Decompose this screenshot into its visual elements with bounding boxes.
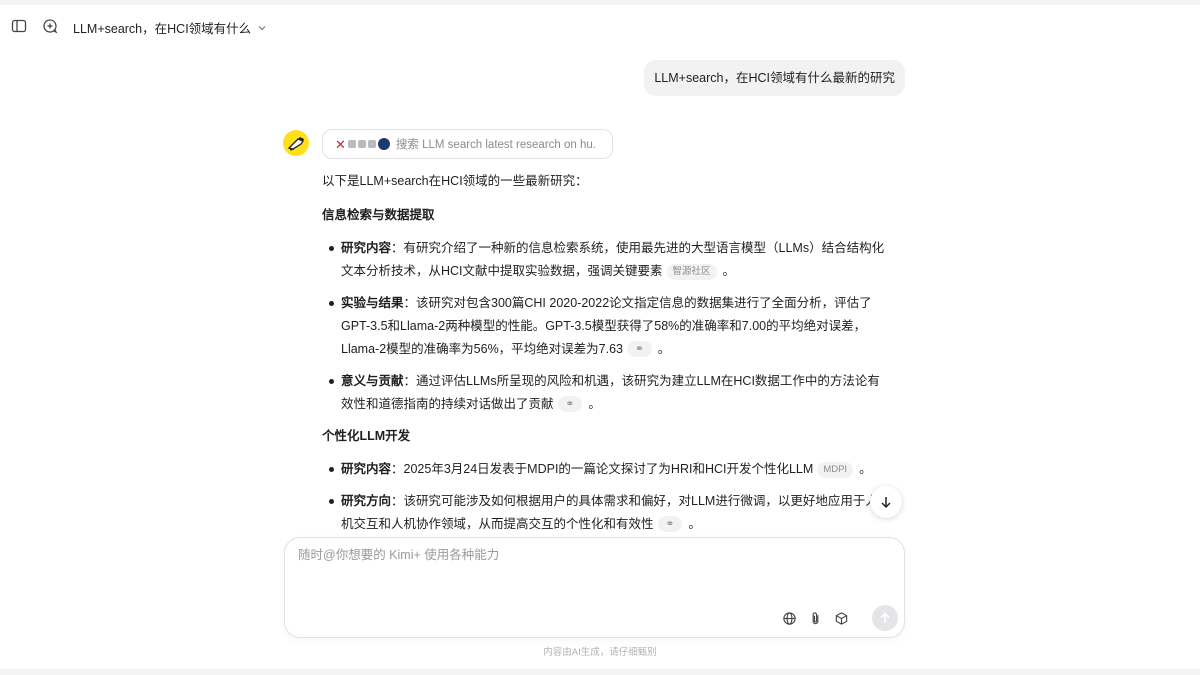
source-dot-icon: [377, 138, 390, 150]
item-text: ：该研究可能涉及如何根据用户的具体需求和偏好，对LLM进行微调，以更好地应用于人…: [341, 494, 878, 531]
citation-badge[interactable]: 智源社区: [666, 264, 717, 280]
citation-badge[interactable]: MDPI: [817, 462, 854, 478]
item-label: 研究方向: [341, 494, 392, 508]
list-item: 研究方向：该研究可能涉及如何根据用户的具体需求和偏好，对LLM进行微调，以更好地…: [322, 490, 887, 536]
sidebar-toggle-icon[interactable]: [8, 15, 30, 37]
list-item: 研究内容：2025年3月24日发表于MDPI的一篇论文探讨了为HRI和HCI开发…: [322, 458, 887, 481]
citation-link-icon[interactable]: ⚭: [657, 516, 683, 532]
message-composer: [284, 537, 905, 638]
assistant-answer: 以下是LLM+search在HCI领域的一些最新研究： 信息检索与数据提取 研究…: [322, 170, 887, 545]
arrow-down-icon: [881, 497, 891, 509]
list-item: 研究内容：有研究介绍了一种新的信息检索系统，使用最先进的大型语言模型（LLMs）…: [322, 237, 887, 283]
section-list: 研究内容：2025年3月24日发表于MDPI的一篇论文探讨了为HRI和HCI开发…: [322, 458, 887, 536]
search-query-label: 搜索 LLM search latest research on hu...: [395, 139, 596, 151]
source-favicon-icon: [367, 140, 376, 148]
source-favicon-icon: [357, 140, 366, 148]
source-x-icon: ✕: [335, 136, 346, 152]
scroll-to-bottom-button[interactable]: [870, 486, 902, 518]
section-heading: 个性化LLM开发: [322, 429, 411, 443]
chevron-down-icon: [258, 25, 266, 30]
item-text: ：通过评估LLMs所呈现的风险和机遇，该研究为建立LLM在HCI数据工作中的方法…: [341, 374, 880, 411]
user-message-bubble: LLM+search，在HCI领域有什么最新的研究: [644, 60, 905, 96]
answer-intro: 以下是LLM+search在HCI领域的一些最新研究：: [322, 174, 588, 188]
assistant-logo-icon: [287, 137, 304, 151]
ai-disclaimer: 内容由AI生成，请仔细甄别: [543, 647, 657, 658]
new-chat-icon[interactable]: [39, 15, 61, 37]
item-text: ：该研究对包含300篇CHI 2020-2022论文指定信息的数据集进行了全面分…: [341, 296, 872, 356]
search-sources-pill[interactable]: ✕ 搜索 LLM search latest research on hu...: [322, 129, 613, 159]
citation-link-icon[interactable]: ⚭: [627, 341, 652, 357]
header: LLM+search，在HCI领域有什么: [0, 12, 1200, 40]
item-text: ：有研究介绍了一种新的信息检索系统，使用最先进的大型语言模型（LLMs）结合结构…: [341, 241, 885, 278]
top-strip: [0, 0, 1200, 5]
item-label: 研究内容: [341, 462, 392, 476]
list-item: 意义与贡献：通过评估LLMs所呈现的风险和机遇，该研究为建立LLM在HCI数据工…: [322, 370, 887, 416]
chat-title-dropdown[interactable]: LLM+search，在HCI领域有什么: [73, 18, 267, 37]
paperclip-icon[interactable]: [806, 609, 824, 627]
source-favicon-icon: [347, 140, 356, 148]
source-favicons: ✕: [335, 138, 390, 151]
list-item: 实验与结果：该研究对包含300篇CHI 2020-2022论文指定信息的数据集进…: [322, 292, 887, 361]
section-heading: 信息检索与数据提取: [322, 208, 435, 222]
assistant-avatar: [283, 130, 309, 156]
item-label: 实验与结果: [341, 296, 404, 310]
item-label: 研究内容: [341, 241, 392, 255]
globe-icon[interactable]: [780, 609, 798, 627]
send-button[interactable]: [872, 605, 898, 631]
chat-title: LLM+search，在HCI领域有什么: [73, 22, 252, 36]
section-list: 研究内容：有研究介绍了一种新的信息检索系统，使用最先进的大型语言模型（LLMs）…: [322, 237, 887, 416]
arrow-up-icon: [880, 612, 890, 623]
message-input[interactable]: [298, 548, 858, 562]
bottom-strip: [0, 669, 1200, 675]
citation-link-icon[interactable]: ⚭: [557, 396, 583, 412]
item-text: ：2025年3月24日发表于MDPI的一篇论文探讨了为HRI和HCI开发个性化L…: [391, 462, 814, 476]
item-label: 意义与贡献: [341, 374, 404, 388]
cube-icon[interactable]: [832, 609, 850, 627]
